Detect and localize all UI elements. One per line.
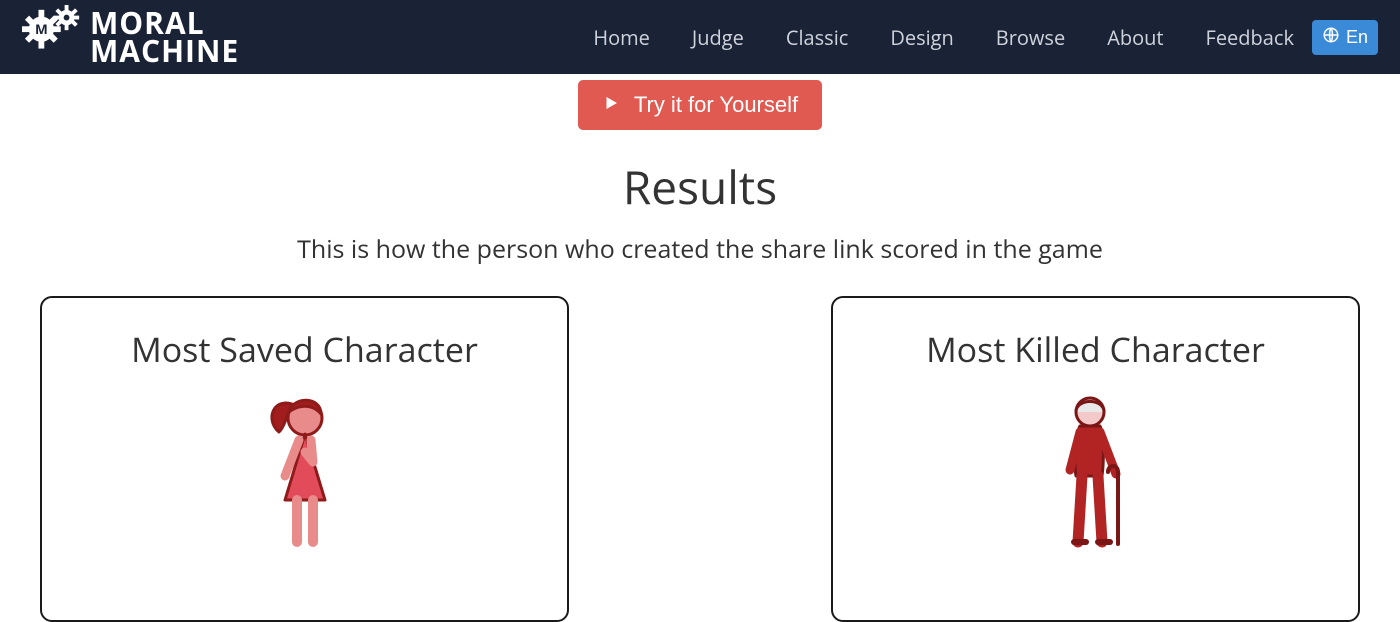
nav-judge[interactable]: Judge [692,24,744,51]
brand-line2: MACHINE [90,37,239,66]
nav-browse[interactable]: Browse [996,24,1065,51]
try-it-label: Try it for Yourself [634,92,798,118]
results-cards: Most Saved Character [0,296,1400,622]
cta-row: Try it for Yourself [0,74,1400,130]
nav-design[interactable]: Design [890,24,953,51]
old-man-character-icon [1046,392,1146,562]
card-most-saved: Most Saved Character [40,296,569,622]
navbar: M [0,0,1400,74]
nav-about[interactable]: About [1107,24,1163,51]
language-label: En [1346,27,1368,48]
try-it-button[interactable]: Try it for Yourself [578,80,822,130]
nav-feedback[interactable]: Feedback [1206,24,1294,51]
girl-character-icon [255,392,355,562]
svg-text:M: M [35,20,48,38]
results-subtitle: This is how the person who created the s… [0,232,1400,266]
brand[interactable]: M [22,4,239,71]
nav-classic[interactable]: Classic [786,24,848,51]
nav-home[interactable]: Home [593,24,650,51]
card-most-saved-title: Most Saved Character [131,326,478,372]
gears-logo-icon: M [22,4,84,71]
nav-links: Home Judge Classic Design Browse About F… [593,24,1294,51]
card-most-killed-title: Most Killed Character [926,326,1265,372]
results-title: Results [0,156,1400,218]
language-button[interactable]: En [1312,20,1378,55]
play-icon [602,92,620,118]
card-most-killed: Most Killed Character [831,296,1360,622]
globe-icon [1322,26,1340,49]
brand-text: MORAL MACHINE [90,9,239,66]
